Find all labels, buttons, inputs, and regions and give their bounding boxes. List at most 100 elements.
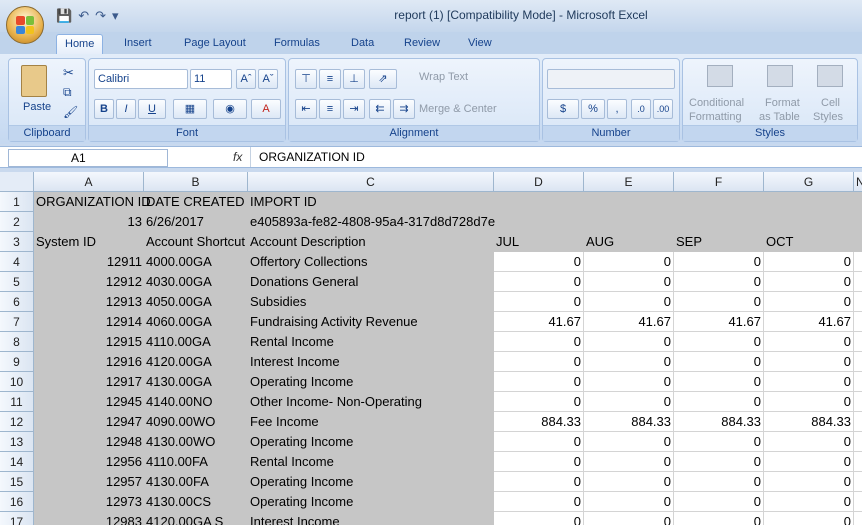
grid-cell[interactable]: 12956 (34, 452, 144, 472)
grid-cell[interactable]: 884.33 (494, 412, 584, 432)
grid-cell[interactable]: Interest Income (248, 352, 498, 372)
grid-cell[interactable]: 0 (764, 292, 854, 312)
grid-cell[interactable]: 0 (584, 432, 674, 452)
align-middle-button[interactable]: ≡ (319, 69, 341, 89)
grid-cell[interactable]: 12914 (34, 312, 144, 332)
grid-cell[interactable]: DATE CREATED (144, 192, 248, 212)
decrease-indent-button[interactable]: ⇇ (369, 99, 391, 119)
tab-data[interactable]: Data (343, 34, 382, 54)
grid-cell[interactable]: 0 (494, 492, 584, 512)
percent-button[interactable]: % (581, 99, 605, 119)
grid-cell[interactable]: 12913 (34, 292, 144, 312)
grid-cell[interactable]: Donations General (248, 272, 498, 292)
grid-cell[interactable]: Other Income- Non-Operating (248, 392, 498, 412)
worksheet-grid[interactable]: A B C D E F G N 1 ORGANIZATION ID DATE CREATED IMPO… (0, 172, 862, 525)
grid-cell[interactable]: 12947 (34, 412, 144, 432)
grid-cell[interactable]: 0 (674, 332, 764, 352)
grid-cell[interactable]: 0 (674, 492, 764, 512)
grid-cell[interactable]: 0 (674, 512, 764, 525)
grid-cell[interactable] (854, 492, 862, 512)
grid-cell[interactable]: 4050.00GA (144, 292, 248, 312)
grid-cell[interactable]: 0 (494, 332, 584, 352)
grid-cell[interactable]: 0 (494, 292, 584, 312)
grid-cell[interactable]: Operating Income (248, 372, 498, 392)
grid-cell[interactable]: JUL (494, 232, 584, 252)
grid-cell[interactable]: 12973 (34, 492, 144, 512)
row-header[interactable]: 3 (0, 232, 34, 252)
number-format-select[interactable] (547, 69, 675, 89)
grid-cell[interactable]: 12948 (34, 432, 144, 452)
grid-cell[interactable]: 0 (494, 512, 584, 525)
column-header[interactable]: C (248, 172, 494, 192)
grid-cell[interactable]: 884.33 (764, 412, 854, 432)
grid-cell[interactable]: 0 (494, 372, 584, 392)
italic-button[interactable]: I (116, 99, 136, 119)
grid-cell[interactable] (854, 312, 862, 332)
grid-cell[interactable]: 4140.00NO (144, 392, 248, 412)
underline-button[interactable]: U (138, 99, 166, 119)
grid-cell[interactable]: 0 (584, 332, 674, 352)
grid-cell[interactable] (584, 212, 674, 232)
grid-cell[interactable] (854, 372, 862, 392)
grid-cell[interactable]: Interest Income (248, 512, 498, 525)
row-header[interactable]: 10 (0, 372, 34, 392)
paste-button[interactable]: Paste (23, 101, 51, 113)
grid-cell[interactable]: 0 (674, 392, 764, 412)
column-header[interactable]: E (584, 172, 674, 192)
wrap-text-button[interactable]: Wrap Text (419, 71, 468, 83)
grid-cell[interactable] (854, 252, 862, 272)
paste-icon[interactable] (21, 65, 47, 97)
grid-cell[interactable] (764, 192, 854, 212)
grid-cell[interactable] (854, 512, 862, 525)
column-header[interactable]: D (494, 172, 584, 192)
name-box[interactable]: A1 (8, 149, 168, 167)
borders-button[interactable]: ▦ (173, 99, 207, 119)
grid-cell[interactable]: 0 (494, 432, 584, 452)
column-header[interactable]: G (764, 172, 854, 192)
grid-cell[interactable]: 0 (764, 252, 854, 272)
tab-home[interactable]: Home (56, 34, 104, 54)
currency-button[interactable]: $ (547, 99, 579, 119)
conditional-formatting-button[interactable]: Conditional (689, 97, 744, 109)
row-header[interactable]: 11 (0, 392, 34, 412)
bold-button[interactable]: B (94, 99, 114, 119)
grid-cell[interactable]: 4120.00GA (144, 352, 248, 372)
shrink-font-button[interactable]: Aˇ (258, 69, 278, 89)
grid-cell[interactable] (584, 192, 674, 212)
grid-cell[interactable]: 4090.00WO (144, 412, 248, 432)
grid-cell[interactable]: 0 (764, 512, 854, 525)
grid-cell[interactable]: 0 (764, 392, 854, 412)
grid-cell[interactable]: 0 (674, 352, 764, 372)
align-center-button[interactable]: ≡ (319, 99, 341, 119)
grid-cell[interactable]: 0 (584, 472, 674, 492)
row-header[interactable]: 13 (0, 432, 34, 452)
grid-cell[interactable]: 12915 (34, 332, 144, 352)
grid-cell[interactable]: 12945 (34, 392, 144, 412)
grid-cell[interactable] (854, 412, 862, 432)
grid-cell[interactable]: 0 (584, 352, 674, 372)
grid-cell[interactable]: 0 (674, 472, 764, 492)
grid-cell[interactable] (674, 192, 764, 212)
column-header[interactable]: F (674, 172, 764, 192)
grid-cell[interactable]: 0 (584, 292, 674, 312)
align-right-button[interactable]: ⇥ (343, 99, 365, 119)
row-header[interactable]: 1 (0, 192, 34, 212)
grid-cell[interactable]: 0 (764, 472, 854, 492)
format-as-table-button[interactable]: Format (765, 97, 800, 109)
grid-cell[interactable] (854, 452, 862, 472)
grid-cell[interactable]: 0 (674, 452, 764, 472)
grid-cell[interactable] (494, 212, 584, 232)
grid-cell[interactable]: 4130.00GA (144, 372, 248, 392)
grid-cell[interactable]: 41.67 (674, 312, 764, 332)
grid-cell[interactable]: 4120.00GA S (144, 512, 248, 525)
grid-cell[interactable]: Account Description (248, 232, 498, 252)
grid-cell[interactable]: 0 (674, 372, 764, 392)
grid-cell[interactable]: 0 (764, 452, 854, 472)
grid-cell[interactable]: 0 (494, 392, 584, 412)
grid-cell[interactable]: 0 (674, 252, 764, 272)
formula-input[interactable]: ORGANIZATION ID (250, 147, 862, 167)
column-header[interactable]: B (144, 172, 248, 192)
grid-cell[interactable]: 4110.00FA (144, 452, 248, 472)
grid-cell[interactable]: 0 (674, 272, 764, 292)
copy-icon[interactable]: ⧉ (63, 85, 72, 100)
